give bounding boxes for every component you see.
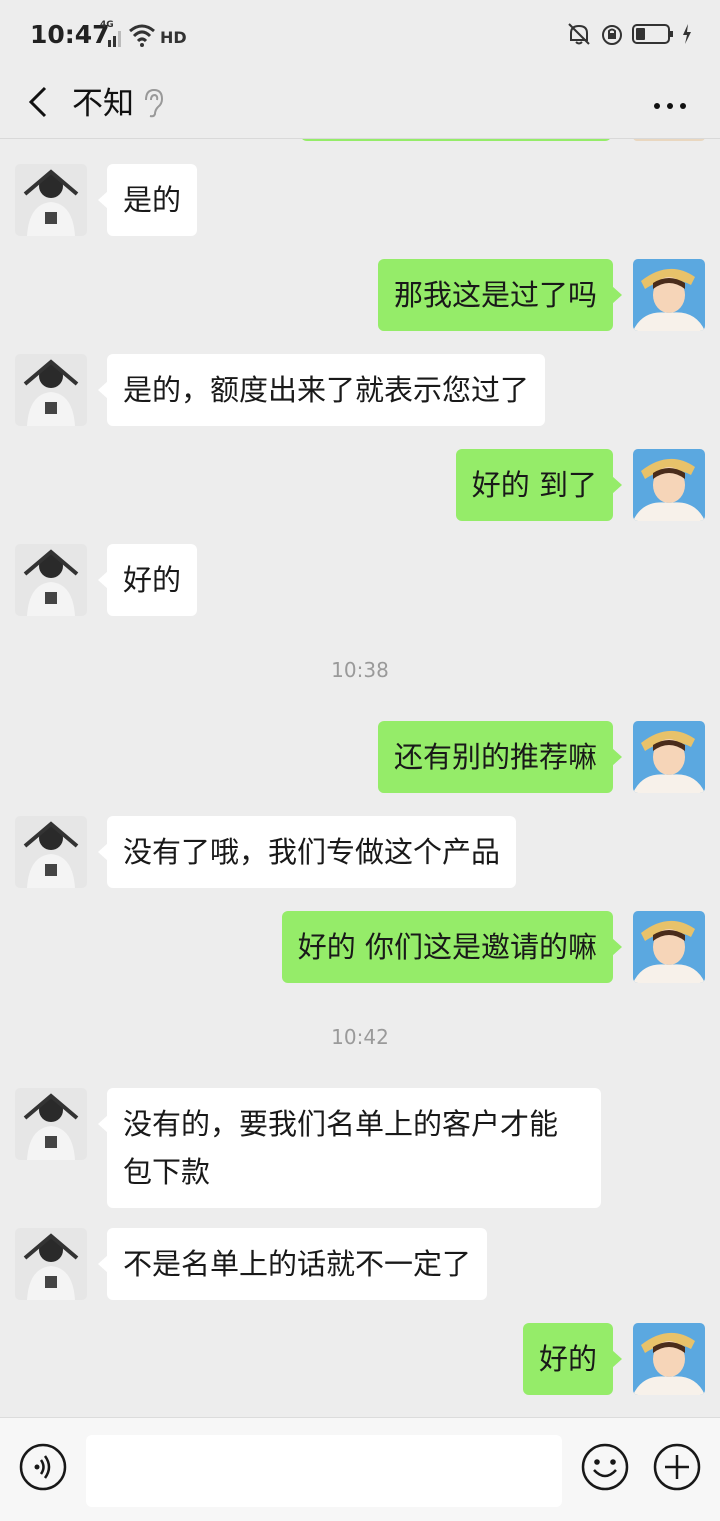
more-options-icon — [652, 95, 688, 114]
incoming-message-bubble[interactable]: 是的，额度出来了就表示您过了 — [97, 354, 546, 426]
outgoing-message-bubble[interactable]: 好的 你们这是邀请的嘛 — [281, 911, 623, 983]
network-type-label: 4G — [100, 20, 114, 30]
charging-icon — [682, 24, 692, 48]
back-arrow-icon — [27, 85, 49, 123]
partial-message-bubble — [300, 139, 612, 141]
message-timestamp: 10:38 — [331, 658, 389, 682]
chat-title[interactable]: 不知 — [72, 80, 134, 128]
incoming-message-bubble[interactable]: 没有的，要我们名单上的客户才能包下款 — [98, 1088, 601, 1208]
contact-avatar[interactable] — [15, 1088, 87, 1160]
message-list[interactable]: 是的 那我这是过了吗 是的，额度出来了就表示您过了 好的 到了 好的 10:38… — [0, 139, 720, 1417]
plus-icon — [652, 1443, 702, 1496]
message-timestamp: 10:42 — [331, 1025, 389, 1049]
incoming-message-bubble[interactable]: 没有了哦，我们专做这个产品 — [97, 816, 517, 888]
alarm-icon — [600, 22, 624, 50]
outgoing-message-bubble[interactable]: 那我这是过了吗 — [377, 259, 623, 331]
my-avatar[interactable] — [633, 1323, 705, 1395]
outgoing-message-bubble[interactable]: 好的 — [522, 1323, 623, 1395]
cellular-signal-icon: 4G — [98, 20, 124, 48]
partial-avatar — [633, 139, 705, 141]
incoming-message-bubble[interactable]: 是的 — [97, 164, 198, 236]
input-bar — [0, 1417, 720, 1521]
voice-input-button[interactable] — [18, 1442, 68, 1492]
status-bar: 10:47 4G HD — [0, 0, 720, 70]
my-avatar[interactable] — [633, 449, 705, 521]
voice-icon — [18, 1443, 68, 1496]
emoji-icon — [580, 1443, 630, 1496]
my-avatar[interactable] — [633, 721, 705, 793]
contact-avatar[interactable] — [15, 1228, 87, 1300]
incoming-message-bubble[interactable]: 好的 — [97, 544, 198, 616]
back-button[interactable] — [18, 80, 58, 128]
contact-avatar[interactable] — [15, 354, 87, 426]
incoming-message-bubble[interactable]: 不是名单上的话就不一定了 — [97, 1228, 488, 1300]
contact-avatar[interactable] — [15, 164, 87, 236]
more-options-button[interactable] — [650, 84, 690, 124]
my-avatar[interactable] — [633, 259, 705, 331]
wifi-icon — [128, 22, 162, 52]
hd-badge: HD — [160, 28, 187, 47]
earpiece-mode-icon — [142, 88, 164, 122]
outgoing-message-bubble[interactable]: 好的 到了 — [455, 449, 623, 521]
message-input[interactable] — [86, 1435, 562, 1507]
my-avatar[interactable] — [633, 911, 705, 983]
chat-header: 不知 — [0, 70, 720, 139]
more-functions-button[interactable] — [652, 1442, 702, 1492]
emoji-button[interactable] — [580, 1442, 630, 1492]
battery-icon — [632, 23, 674, 49]
contact-avatar[interactable] — [15, 544, 87, 616]
contact-avatar[interactable] — [15, 816, 87, 888]
outgoing-message-bubble[interactable]: 还有别的推荐嘛 — [377, 721, 623, 793]
mute-icon — [566, 21, 592, 51]
